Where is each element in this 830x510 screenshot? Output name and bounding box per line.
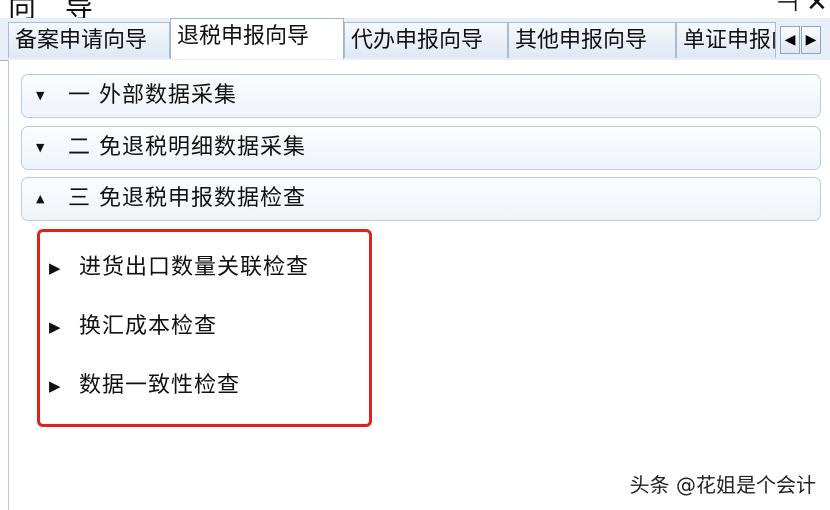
close-icon[interactable]: ✕: [806, 0, 828, 18]
tab-scroll-right-button[interactable]: ▶: [801, 26, 821, 54]
tab-filing-guide[interactable]: 备案申请向导: [8, 22, 170, 58]
section-label: 二 免退税明细数据采集: [68, 135, 306, 160]
chevron-right-icon: ▶: [805, 32, 817, 48]
tab-other-guide[interactable]: 其他申报向导: [508, 22, 676, 58]
tab-scroll-left-button[interactable]: ◀: [780, 26, 800, 54]
chevron-left-icon: ◀: [784, 32, 796, 48]
tab-label: 单证申报向导: [683, 28, 775, 53]
section-label: 三 免退税申报数据检查: [68, 186, 306, 211]
tab-label: 退税申报向导: [177, 24, 310, 49]
tab-document-guide[interactable]: 单证申报向导: [676, 22, 776, 58]
section-external-data[interactable]: ▼ 一 外部数据采集: [21, 74, 821, 118]
tab-label: 其他申报向导: [515, 28, 648, 53]
section-label: 一 外部数据采集: [68, 83, 237, 108]
caret-down-icon: ▼: [36, 89, 45, 102]
section-declaration-check[interactable]: ▲ 三 免退税申报数据检查: [21, 177, 821, 221]
pin-icon[interactable]: ⊣: [776, 0, 799, 18]
section-detail-data[interactable]: ▼ 二 免退税明细数据采集: [21, 126, 821, 170]
sub-item-label: 换汇成本检查: [79, 314, 218, 339]
watermark: 头条 @花姐是个会计: [629, 473, 816, 497]
caret-up-icon: ▲: [36, 192, 45, 205]
wizard-panel: ▼ 一 外部数据采集 ▼ 二 免退税明细数据采集 ▲ 三 免退税申报数据检查 ▶…: [8, 60, 830, 510]
caret-down-icon: ▼: [36, 141, 45, 154]
window-title-bar: 向 导 ⊣ ✕: [0, 0, 830, 18]
tab-tax-refund-guide[interactable]: 退税申报向导: [170, 18, 344, 59]
triangle-right-icon: ▶: [49, 377, 61, 395]
sub-item-label: 数据一致性检查: [79, 373, 241, 398]
tab-label: 备案申请向导: [15, 28, 148, 53]
tab-agency-guide[interactable]: 代办申报向导: [344, 22, 508, 58]
window-title: 向 导: [8, 0, 103, 18]
tab-bar: 备案申请向导 退税申报向导 代办申报向导 其他申报向导 单证申报向导 ◀ ▶: [0, 18, 830, 61]
triangle-right-icon: ▶: [49, 259, 61, 277]
sub-item-label: 进货出口数量关联检查: [79, 255, 310, 280]
triangle-right-icon: ▶: [49, 318, 61, 336]
tab-label: 代办申报向导: [351, 28, 484, 53]
